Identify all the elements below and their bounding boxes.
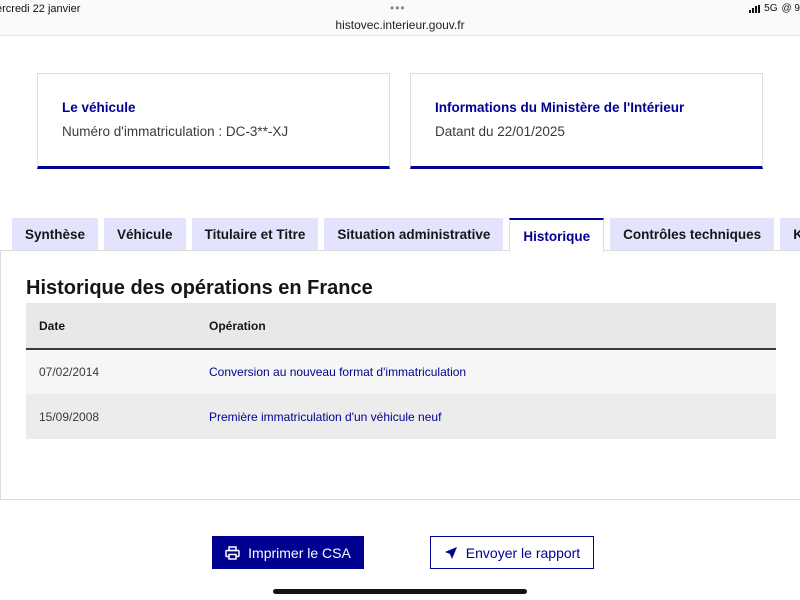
column-header-date: Date [26, 303, 209, 350]
ministry-card-title: Informations du Ministère de l'Intérieur [435, 100, 685, 115]
send-report-button[interactable]: Envoyer le rapport [430, 536, 594, 569]
send-arrow-icon [444, 546, 458, 560]
tab-vehicule[interactable]: Véhicule [104, 218, 186, 251]
row-date: 07/02/2014 [26, 349, 209, 394]
network-label: 5G [764, 3, 778, 14]
send-report-label: Envoyer le rapport [465, 544, 581, 561]
home-indicator[interactable] [273, 589, 527, 594]
tab-kilometrage[interactable]: Kilo [780, 218, 800, 251]
row-date: 15/09/2008 [26, 394, 209, 439]
panel-title: Historique des opérations en France [26, 277, 373, 299]
tab-historique[interactable]: Historique [509, 218, 605, 252]
history-panel: Historique des opérations en France Date… [0, 250, 800, 500]
print-csa-button[interactable]: Imprimer le CSA [212, 536, 364, 569]
status-bar: ercredi 22 janvier ••• histovec.interieu… [0, 0, 800, 36]
vehicle-card-title: Le véhicule [62, 100, 136, 115]
tab-bar: Synthèse Véhicule Titulaire et Titre Sit… [12, 218, 800, 252]
tab-situation-administrative[interactable]: Situation administrative [324, 218, 504, 251]
ministry-card: Informations du Ministère de l'Intérieur… [410, 73, 763, 169]
tab-titulaire-titre[interactable]: Titulaire et Titre [191, 218, 319, 251]
printer-icon [225, 545, 240, 560]
more-dots-icon[interactable]: ••• [390, 1, 406, 15]
tab-controles-techniques[interactable]: Contrôles techniques [610, 218, 775, 251]
row-operation: Conversion au nouveau format d'immatricu… [209, 349, 776, 394]
vehicle-card: Le véhicule Numéro d'immatriculation : D… [37, 73, 390, 169]
print-csa-label: Imprimer le CSA [248, 544, 351, 561]
ministry-date-text: Datant du 22/01/2025 [435, 124, 565, 139]
column-header-operation: Opération [209, 303, 776, 350]
table-row: 07/02/2014 Conversion au nouveau format … [26, 349, 776, 394]
status-indicators: 5G @ 9 [749, 3, 800, 14]
vehicle-plate-text: Numéro d'immatriculation : DC-3**-XJ [62, 124, 289, 139]
row-operation: Première immatriculation d'un véhicule n… [209, 394, 776, 439]
status-date: ercredi 22 janvier [0, 3, 81, 15]
status-extra: @ 9 [781, 3, 800, 14]
table-header-row: Date Opération [26, 303, 776, 350]
signal-icon [749, 4, 761, 13]
address-bar-url[interactable]: histovec.interieur.gouv.fr [0, 18, 800, 32]
table-row: 15/09/2008 Première immatriculation d'un… [26, 394, 776, 439]
history-table: Date Opération 07/02/2014 Conversion au … [26, 303, 776, 439]
tab-synthese[interactable]: Synthèse [12, 218, 99, 251]
